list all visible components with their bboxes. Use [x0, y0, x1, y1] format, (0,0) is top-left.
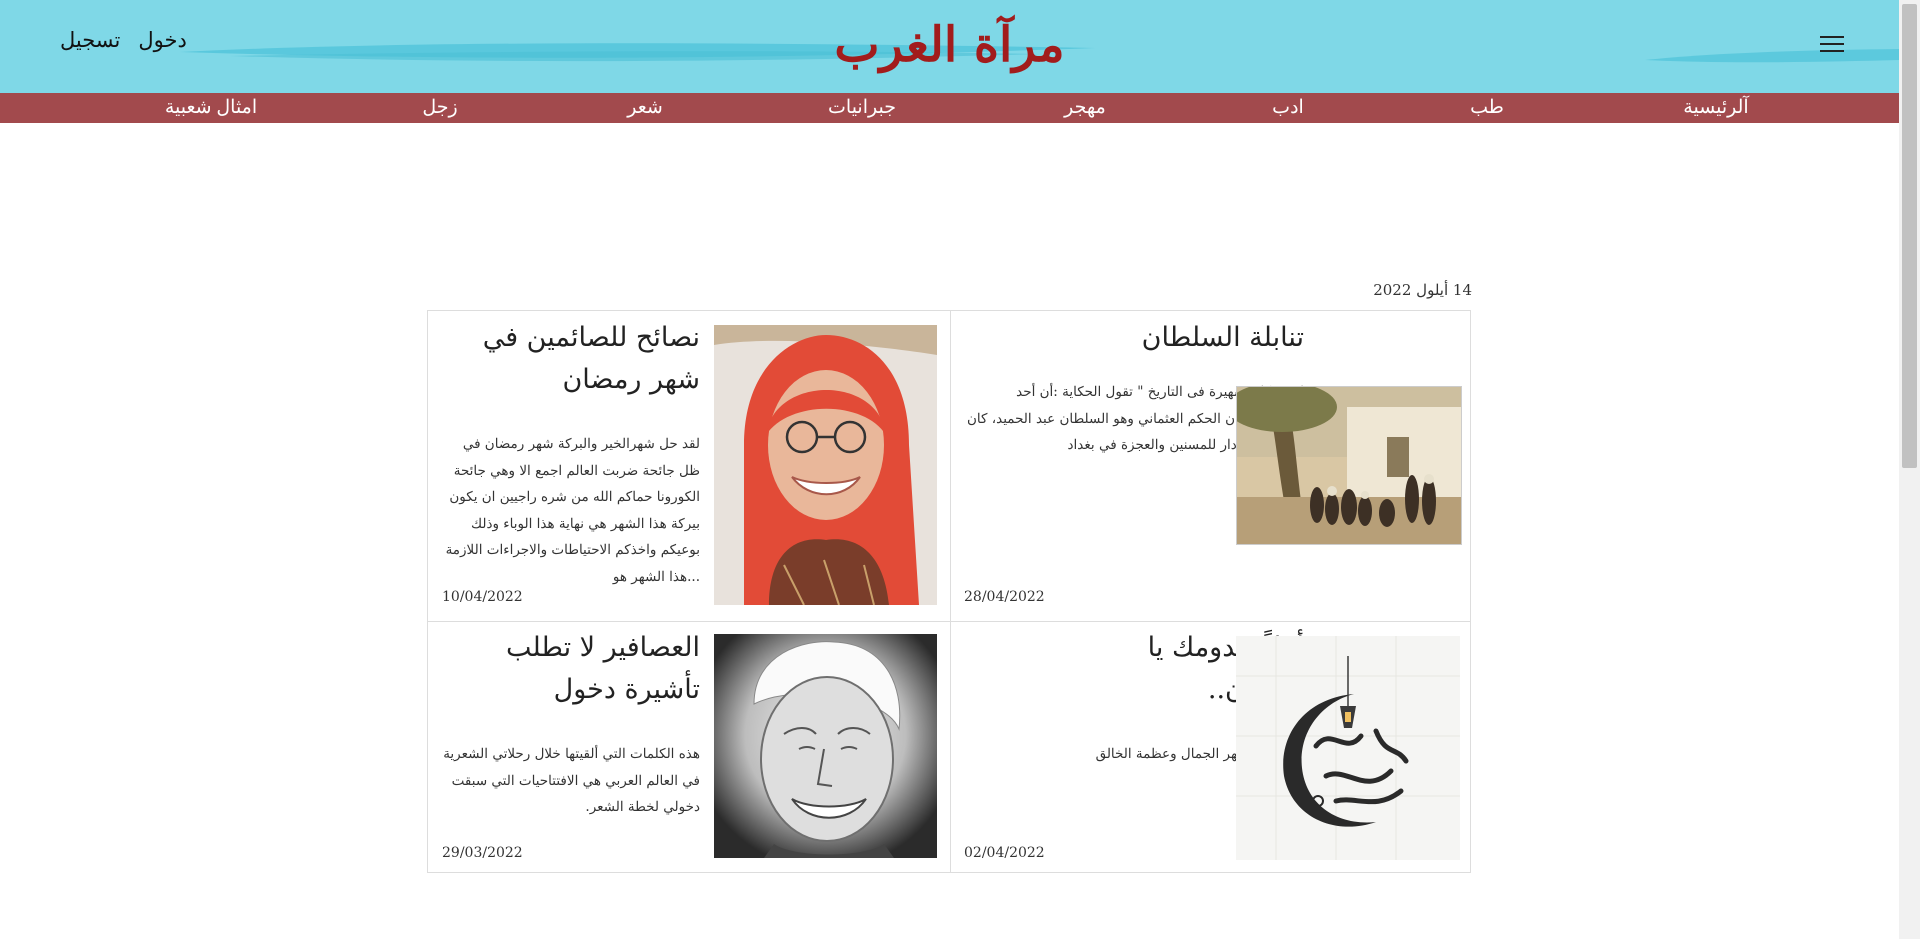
login-link[interactable]: دخول	[138, 28, 186, 52]
article-title[interactable]: تنابلة السلطان	[1066, 317, 1304, 359]
nav-item-home[interactable]: آلرئيسية	[1683, 96, 1748, 120]
nav-item-medicine[interactable]: طب	[1470, 96, 1504, 120]
grid-divider-horizontal	[428, 621, 1470, 622]
register-link[interactable]: تسجيل	[60, 28, 120, 52]
article-title[interactable]: نصائح للصائمين في شهر رمضان	[440, 317, 700, 401]
elderly-man-portrait-image[interactable]	[714, 634, 937, 858]
nav-item-zajal[interactable]: زجل	[422, 96, 457, 120]
nav-item-poetry[interactable]: شعر	[627, 96, 663, 120]
nav-item-literature[interactable]: ادب	[1272, 96, 1304, 120]
article-date: 10/04/2022	[442, 589, 523, 605]
grid-divider-vertical	[950, 311, 951, 872]
scrollbar-thumb[interactable]	[1902, 4, 1917, 468]
article-excerpt: لقد حل شهرالخير والبركة شهر رمضان في ظل …	[445, 436, 700, 585]
article-date: 29/03/2022	[442, 845, 523, 861]
nav-item-proverbs[interactable]: امثال شعبية	[165, 96, 257, 120]
site-header: مرآة الغرب دخول تسجيل	[0, 0, 1899, 93]
auth-links: دخول تسجيل	[60, 28, 187, 52]
nav-item-gibran[interactable]: جبرانيات	[828, 96, 896, 120]
article-date: 02/04/2022	[964, 845, 1045, 861]
hamburger-menu-icon[interactable]	[1820, 36, 1844, 54]
page-scrollbar[interactable]	[1899, 0, 1920, 939]
article-date: 28/04/2022	[964, 589, 1045, 605]
historical-painting-crowd-image[interactable]	[1236, 386, 1462, 545]
site-title[interactable]: مرآة الغرب	[0, 10, 1899, 80]
articles-grid: تنابلة السلطان لهم حكاية شهيرة فى التاري…	[427, 310, 1471, 873]
nav-item-diaspora[interactable]: مهجر	[1064, 96, 1106, 120]
ramadan-kareem-calligraphy-image[interactable]	[1236, 636, 1460, 860]
woman-red-hijab-portrait-image[interactable]	[714, 325, 937, 605]
article-excerpt: هذه الكلمات التي ألقيتها خلال رحلاتي الش…	[443, 746, 700, 815]
current-date: 14 أيلول 2022	[1373, 281, 1472, 299]
article-title[interactable]: العصافير لا تطلب تأشيرة دخول	[440, 627, 700, 711]
main-nav: آلرئيسية طب ادب مهجر جبرانيات شعر زجل ام…	[0, 93, 1899, 123]
